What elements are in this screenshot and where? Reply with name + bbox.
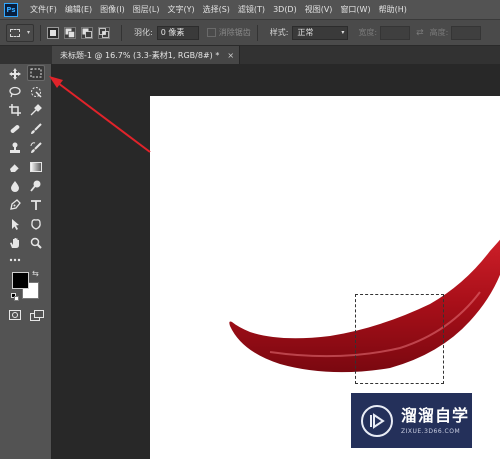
divider (40, 24, 41, 41)
new-selection-icon (50, 29, 56, 36)
menu-select[interactable]: 选择(S) (203, 4, 230, 15)
new-selection-button[interactable] (47, 26, 59, 39)
antialias-label: 消除锯齿 (218, 28, 251, 37)
move-tool-icon[interactable] (6, 66, 24, 82)
add-selection-icon (65, 28, 75, 38)
height-label: 高度: (429, 28, 449, 37)
edit-toolbar-icon[interactable] (6, 252, 24, 268)
checkbox-icon (206, 28, 216, 37)
feather-label: 羽化: (134, 28, 153, 37)
height-input[interactable] (451, 25, 482, 40)
eraser-tool-icon[interactable] (6, 159, 24, 175)
play-logo-icon (361, 404, 393, 437)
menu-help[interactable]: 帮助(H) (379, 4, 407, 15)
eyedropper-tool-icon[interactable] (27, 102, 45, 118)
close-icon[interactable]: × (227, 51, 234, 60)
quick-selection-tool-icon[interactable] (27, 84, 45, 100)
history-brush-tool-icon[interactable] (27, 140, 45, 156)
tool-preset-picker[interactable]: ▾ (6, 23, 34, 42)
divider (121, 24, 122, 41)
foreground-color-swatch[interactable] (12, 272, 29, 289)
options-bar: ▾ 羽化: 0 像素 消除锯齿 样式: 正常 ▾ 宽度: ⇄ 高度: (0, 19, 500, 46)
pen-tool-icon[interactable] (6, 197, 24, 213)
width-input[interactable] (380, 25, 411, 40)
watermark-badge: 溜溜自学 ZIXUE.3D66.COM (351, 393, 472, 448)
chevron-down-icon: ▾ (341, 29, 345, 36)
feather-input[interactable]: 0 像素 (156, 25, 199, 40)
menu-view[interactable]: 视图(V) (305, 4, 333, 15)
document-tab-bar: 未标题-1 @ 16.7% (3.3-素材1, RGB/8#) * × (0, 46, 500, 64)
photoshop-logo-icon: Ps (4, 2, 18, 17)
style-label: 样式: (269, 28, 289, 37)
menu-window[interactable]: 窗口(W) (340, 4, 370, 15)
intersect-selection-icon (99, 27, 109, 38)
watermark-text: 溜溜自学 ZIXUE.3D66.COM (401, 406, 469, 435)
document-tab[interactable]: 未标题-1 @ 16.7% (3.3-素材1, RGB/8#) * × (52, 46, 240, 64)
quick-mask-icon[interactable] (6, 307, 24, 323)
menu-file[interactable]: 文件(F) (30, 4, 57, 15)
watermark-url: ZIXUE.3D66.COM (401, 428, 461, 435)
subtract-from-selection-button[interactable] (81, 26, 93, 39)
type-tool-icon[interactable] (27, 197, 45, 213)
rectangular-marquee-tool-icon[interactable] (27, 65, 45, 81)
default-colors-icon[interactable] (11, 293, 19, 301)
subtract-selection-icon (82, 28, 92, 38)
menu-type[interactable]: 文字(Y) (167, 4, 194, 15)
swap-colors-icon[interactable]: ⇆ (32, 269, 39, 278)
menu-filter[interactable]: 滤镜(T) (238, 4, 265, 15)
toolbox: ⇆ (0, 64, 52, 459)
antialias-checkbox[interactable]: 消除锯齿 (206, 27, 251, 38)
healing-brush-tool-icon[interactable] (6, 121, 24, 137)
menu-layer[interactable]: 图层(L) (133, 4, 160, 15)
custom-shape-tool-icon[interactable] (27, 216, 45, 232)
crop-tool-icon[interactable] (6, 102, 24, 118)
dodge-tool-icon[interactable] (27, 178, 45, 194)
swap-dimensions-icon[interactable]: ⇄ (416, 28, 424, 38)
chevron-down-icon: ▾ (26, 29, 30, 36)
width-label: 宽度: (358, 28, 378, 37)
brush-tool-icon[interactable] (27, 121, 45, 137)
menu-image[interactable]: 图像(I) (100, 4, 125, 15)
intersect-selection-button[interactable] (98, 26, 110, 39)
divider (256, 24, 258, 41)
rectangle-marquee-icon (10, 28, 20, 37)
gradient-tool-icon[interactable] (27, 159, 45, 175)
menu-3d[interactable]: 3D(D) (273, 5, 297, 14)
style-select[interactable]: 正常 ▾ (292, 25, 349, 40)
style-value: 正常 (297, 28, 314, 37)
default-bg-icon (14, 296, 19, 301)
marquee-selection[interactable] (355, 294, 444, 384)
document-tab-title: 未标题-1 @ 16.7% (3.3-素材1, RGB/8#) * (60, 50, 220, 60)
blur-tool-icon[interactable] (6, 178, 24, 194)
lasso-tool-icon[interactable] (6, 84, 24, 100)
zoom-tool-icon[interactable] (27, 235, 45, 251)
screen-mode-icon[interactable] (28, 307, 46, 323)
path-selection-tool-icon[interactable] (6, 216, 24, 232)
add-to-selection-button[interactable] (64, 26, 76, 39)
clone-stamp-tool-icon[interactable] (6, 140, 24, 156)
menu-edit[interactable]: 编辑(E) (65, 4, 92, 15)
watermark-title: 溜溜自学 (401, 406, 470, 425)
menu-bar: Ps 文件(F) 编辑(E) 图像(I) 图层(L) 文字(Y) 选择(S) 滤… (0, 0, 500, 19)
hand-tool-icon[interactable] (6, 235, 24, 251)
